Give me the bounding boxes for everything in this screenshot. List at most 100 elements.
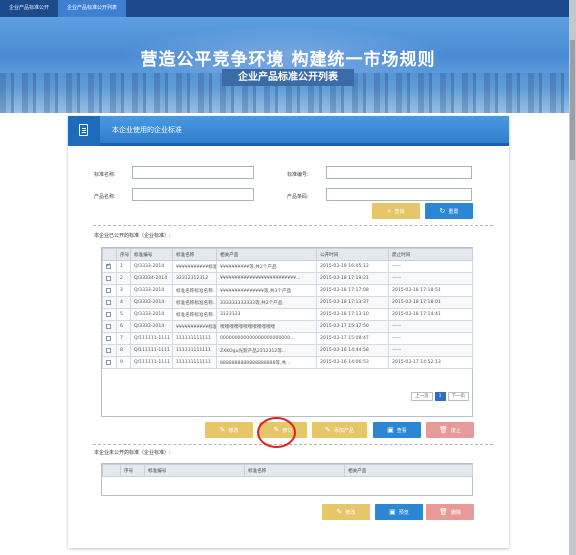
table-row[interactable]: 6Q/3333-2014¥¥¥¥¥¥¥¥¥¥¥标准...嘿嘿嘿嘿嘿嘿嘿嘿嘿嘿嘿嘿…: [102, 320, 473, 333]
refresh-icon: ↻: [439, 206, 446, 215]
row-checkbox-cell: [102, 272, 117, 285]
cell-std-no: Q/111111-1111: [130, 332, 173, 345]
header-checkbox-cell: [102, 464, 121, 477]
product-name-input[interactable]: [132, 188, 254, 201]
current-page[interactable]: 1: [434, 392, 446, 401]
cell-no: 8: [116, 344, 131, 357]
cell-name: ¥¥¥¥¥¥¥¥¥¥¥标准...: [172, 260, 217, 273]
tab-standard-public[interactable]: 企业产品标准公开: [0, 0, 58, 17]
row-checkbox[interactable]: [106, 262, 111, 269]
cell-name: 标准名称标准名称...: [172, 296, 217, 309]
prev-page-button[interactable]: 上一页: [411, 392, 433, 401]
preview-button[interactable]: ▣ 预览: [375, 504, 423, 520]
cell-abolish: ——: [388, 272, 473, 285]
std-no-input[interactable]: [326, 166, 472, 179]
column-header: 标准名称: [244, 464, 345, 477]
tab-standard-public-list[interactable]: 企业产品标准公开列表: [58, 0, 127, 17]
row-checkbox-cell: [102, 296, 117, 309]
table-row[interactable]: 5 Q/3333-2014 标准名称标准名称... 3123123 2015-03-18…: [102, 308, 473, 321]
cell-abolish: ——: [388, 260, 473, 273]
divider: [93, 444, 493, 445]
private-edit-button[interactable]: ✎ 修改: [322, 504, 370, 520]
add-product-button[interactable]: ✎ 添加产品: [312, 422, 367, 438]
cell-product: 3123123: [216, 308, 317, 321]
table-row[interactable]: 2 Q/33334-2014 32312312312 ¥¥¥¥¥¥¥¥¥¥¥¥¥¥¥¥…: [102, 272, 473, 285]
std-name-input[interactable]: [132, 166, 254, 179]
cell-product: ¥¥¥¥¥¥¥¥¥¥¥¥¥¥¥¥¥¥¥¥¥¥¥¥¥¥...: [216, 272, 317, 285]
row-checkbox[interactable]: [106, 275, 111, 281]
header-checkbox-cell: [102, 248, 117, 261]
search-icon: ⌕: [387, 206, 392, 215]
table-header-row: 序号 标准编号 标准名称 相关产品 公开时间 废止时间: [102, 248, 473, 261]
private-section-title: 本企业未公开的标准（企业标准）:: [94, 450, 171, 456]
edit-button[interactable]: ✎ 修改: [205, 422, 253, 438]
cell-abolish: 2015-03-18 17:18:01: [388, 296, 473, 309]
cell-name: 标准名称标准名称...: [172, 284, 217, 297]
highlight-circle: [257, 417, 296, 448]
cell-product: 8888888888888888888等,共...: [216, 356, 317, 369]
table-row[interactable]: 8 Q/111111-1111 111111111111 ZXKOgu光影产品2312…: [102, 344, 473, 357]
pencil-icon: ✎: [325, 425, 331, 434]
cell-abolish: 2015-03-18 17:14:41: [388, 308, 473, 321]
scrollbar[interactable]: [569, 0, 576, 555]
main-panel: 本企业使用的企业标准 标准名称: 标准编号: 产品名称: 产品条码: ⌕ 查询 …: [68, 116, 509, 548]
preview-label: 预览: [398, 509, 409, 516]
cell-product: 000000000000000000000000...: [216, 332, 317, 345]
cell-std-no: Q/3333-2014: [130, 260, 173, 273]
row-checkbox[interactable]: [106, 335, 111, 341]
query-button[interactable]: ⌕ 查询: [372, 203, 420, 219]
row-checkbox[interactable]: [106, 287, 111, 293]
view-button[interactable]: ▣ 查看: [373, 422, 421, 438]
reset-label: 重置: [448, 208, 459, 215]
row-checkbox[interactable]: [106, 347, 111, 353]
delete-button[interactable]: 🗑 删除: [426, 504, 474, 520]
cell-pub: 2015-03-17 15:37:50: [316, 320, 389, 333]
cell-product: ¥¥¥¥¥¥¥¥¥¥等,共2个产品: [216, 260, 317, 273]
table-row[interactable]: 4 Q/3333-2014 标准名称标准名称... 333333333333等,共2个…: [102, 296, 473, 309]
view-label: 查看: [396, 427, 407, 434]
cell-pub: 2015-03-18 17:13:37: [316, 296, 389, 309]
cell-pub: 2015-03-16 14:44:58: [316, 344, 389, 357]
row-checkbox[interactable]: [106, 299, 111, 305]
cell-abolish: ——: [388, 344, 473, 357]
cell-no: 5: [116, 308, 131, 321]
table-row[interactable]: 9 Q/111111-1111 111111111111 88888888888888…: [102, 356, 473, 369]
divider: [93, 225, 493, 226]
query-label: 查询: [394, 208, 405, 215]
cell-no: 2: [116, 272, 131, 285]
column-header: 相关产品: [344, 464, 473, 477]
cell-no: 3: [116, 284, 131, 297]
cell-no: 1: [116, 260, 131, 273]
column-header: 标准编号: [130, 248, 173, 261]
table-row[interactable]: 7 Q/111111-1111 111111111111 00000000000000…: [102, 332, 473, 345]
next-page-button[interactable]: 下一页: [447, 392, 469, 401]
product-name-label: 产品名称:: [94, 194, 116, 200]
panel-title: 本企业使用的企业标准: [112, 126, 182, 134]
std-no-label: 标准编号:: [287, 172, 309, 178]
row-checkbox[interactable]: [106, 323, 111, 329]
cell-name: 32312312312: [172, 272, 217, 285]
cell-abolish: 2015-03-17 14:52:13: [388, 356, 473, 369]
document-icon: [68, 116, 100, 146]
product-code-label: 产品条码:: [287, 194, 309, 200]
public-table-box: 序号 标准编号 标准名称 相关产品 公开时间 废止时间 1Q/3333-2014…: [101, 247, 473, 417]
table-row[interactable]: 3 Q/3333-2014 标准名称标准名称... ¥¥¥¥¥¥¥¥¥¥¥¥¥¥¥等,…: [102, 284, 473, 297]
abolish-button[interactable]: 🗑 废止: [426, 422, 474, 438]
cell-pub: 2015-03-18 17:19:21: [316, 272, 389, 285]
row-checkbox[interactable]: [106, 359, 111, 365]
cell-product: ZXKOgu光影产品2312312等...: [216, 344, 317, 357]
reset-button[interactable]: ↻ 重置: [425, 203, 473, 219]
table-row[interactable]: 1Q/3333-2014¥¥¥¥¥¥¥¥¥¥¥标准...¥¥¥¥¥¥¥¥¥¥等,…: [102, 260, 473, 273]
private-table: 序号 标准编号 标准名称 相关产品: [102, 464, 473, 477]
row-checkbox-cell: [102, 332, 117, 345]
row-checkbox-cell: [102, 356, 117, 369]
cell-std-no: Q/3333-2014: [130, 320, 173, 333]
column-header: 标准编号: [144, 464, 245, 477]
scrollbar-thumb[interactable]: [570, 40, 575, 160]
column-header: 公开时间: [316, 248, 389, 261]
row-checkbox[interactable]: [106, 311, 111, 317]
cell-product: ¥¥¥¥¥¥¥¥¥¥¥¥¥¥¥等,共3个产品: [216, 284, 317, 297]
cell-std-no: Q/111111-1111: [130, 356, 173, 369]
product-code-input[interactable]: [326, 188, 472, 201]
trash-icon: 🗑: [439, 507, 448, 516]
